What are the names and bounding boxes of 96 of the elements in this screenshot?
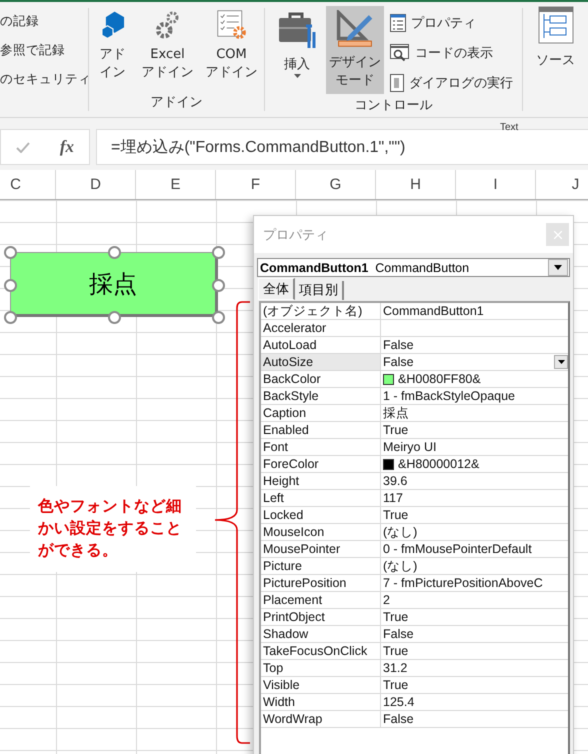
property-value[interactable]: 1 - fmBackStyleOpaque [381,388,568,404]
column-header[interactable]: F [216,170,296,199]
group-label: アドイン [150,94,202,112]
property-name[interactable]: PicturePosition [261,575,381,591]
dropdown-arrow-icon [554,265,562,270]
object-dropdown[interactable]: CommandButton1 CommandButton [257,258,570,277]
property-name[interactable]: Shadow [261,626,381,642]
ribbon-command[interactable]: の記録 [0,10,88,31]
column-header[interactable]: I [456,170,536,199]
ribbon-button[interactable]: プロパティ [390,10,513,36]
property-name[interactable]: MouseIcon [261,524,381,541]
property-value[interactable]: True [381,609,568,625]
column-header[interactable]: G [296,170,376,199]
property-value[interactable]: Meiryo UI [381,439,568,455]
property-name[interactable]: ForeColor [261,456,381,472]
property-value[interactable]: &H0080FF80& [381,371,568,387]
column-header[interactable]: C [0,170,56,199]
ribbon-command[interactable]: のセキュリティ [0,68,88,89]
caret-icon [294,74,300,78]
property-name[interactable]: BackColor [261,371,381,387]
property-value[interactable]: 31.2 [381,660,568,676]
property-value[interactable]: 2 [381,592,568,608]
property-value[interactable]: CommandButton1 [381,303,568,319]
checkmark-icon[interactable] [16,142,30,152]
property-name[interactable]: Locked [261,507,381,523]
column-header[interactable]: H [376,170,456,199]
resize-handle[interactable] [108,246,121,259]
ribbon-button[interactable]: 挿入 [274,6,320,86]
property-name[interactable]: Font [261,439,381,455]
window-title: プロパティ [263,226,328,244]
property-name[interactable]: Accelerator [261,320,381,336]
ribbon-button[interactable]: コードの表示 [390,40,513,66]
property-value[interactable]: 0 - fmMousePointerDefault [381,541,568,557]
ribbon-button[interactable]: ダイアログの実行 [390,70,513,96]
property-value[interactable]: 7 - fmPicturePositionAboveC [381,575,568,591]
tree-table-icon [538,6,574,46]
window-magnifier-icon [390,44,410,62]
resize-handle[interactable] [212,311,225,324]
ribbon-button[interactable]: デザイン モード [326,6,384,94]
column-header[interactable]: E [136,170,216,199]
formula-field[interactable]: =埋め込み("Forms.CommandButton.1","") [96,129,588,165]
resize-handle[interactable] [212,246,225,259]
property-value[interactable]: (なし) [381,558,568,575]
property-value[interactable]: True [381,422,568,438]
property-value[interactable]: False [381,354,568,370]
property-value[interactable]: True [381,643,568,659]
group-label: コントロール [354,97,432,115]
toolbox-icon [277,10,317,50]
ribbon-command[interactable]: 参照で記録 [0,39,88,60]
ribbon-button[interactable]: ソース [533,2,578,82]
property-name[interactable]: Picture [261,558,381,575]
property-value[interactable]: False [381,711,568,727]
property-name[interactable]: BackStyle [261,388,381,404]
property-name[interactable]: Placement [261,592,381,608]
dropdown-arrow-icon[interactable] [558,360,564,364]
property-name[interactable]: AutoSize [261,354,381,370]
column-header[interactable]: J [536,170,588,199]
property-value[interactable]: False [381,626,568,642]
resize-handle[interactable] [4,311,17,324]
tab[interactable]: 全体 [258,278,295,300]
property-name[interactable]: AutoLoad [261,337,381,353]
property-name[interactable]: Top [261,660,381,676]
column-header[interactable]: D [56,170,136,199]
insert-function-button[interactable]: fx [60,137,74,157]
property-name[interactable]: Enabled [261,422,381,438]
property-name[interactable]: WordWrap [261,711,381,727]
property-value[interactable]: True [381,677,568,693]
close-icon [554,230,562,238]
dialog-icon [390,74,404,92]
property-name[interactable]: Left [261,490,381,506]
ribbon-button[interactable]: アド イン [92,6,132,86]
property-name[interactable]: TakeFocusOnClick [261,643,381,659]
property-value[interactable]: 採点 [381,405,568,422]
property-value[interactable]: False [381,337,568,353]
command-button[interactable]: 採点 [10,252,218,317]
property-name[interactable]: PrintObject [261,609,381,625]
property-name[interactable]: Visible [261,677,381,693]
resize-handle[interactable] [108,311,121,324]
resize-handle[interactable] [4,278,17,292]
property-value[interactable]: &H80000012& [381,456,568,472]
property-name[interactable]: Height [261,473,381,489]
property-name[interactable]: (オブジェクト名) [261,303,381,319]
annotation-text: 色やフォントなど細かい設定をすることができる。 [30,486,196,572]
resize-handle[interactable] [4,246,17,259]
property-value[interactable]: 39.6 [381,473,568,489]
property-name[interactable]: Caption [261,405,381,422]
ribbon-button[interactable]: COM アドイン [202,6,260,86]
property-value[interactable]: 125.4 [381,694,568,710]
list-icon [390,14,406,32]
property-value[interactable]: True [381,507,568,523]
property-value[interactable]: (なし) [381,524,568,541]
ribbon-button[interactable]: Excel アドイン [138,6,196,86]
property-value[interactable]: 117 [381,490,568,506]
property-name[interactable]: MousePointer [261,541,381,557]
property-name[interactable]: Width [261,694,381,710]
resize-handle[interactable] [212,278,225,292]
